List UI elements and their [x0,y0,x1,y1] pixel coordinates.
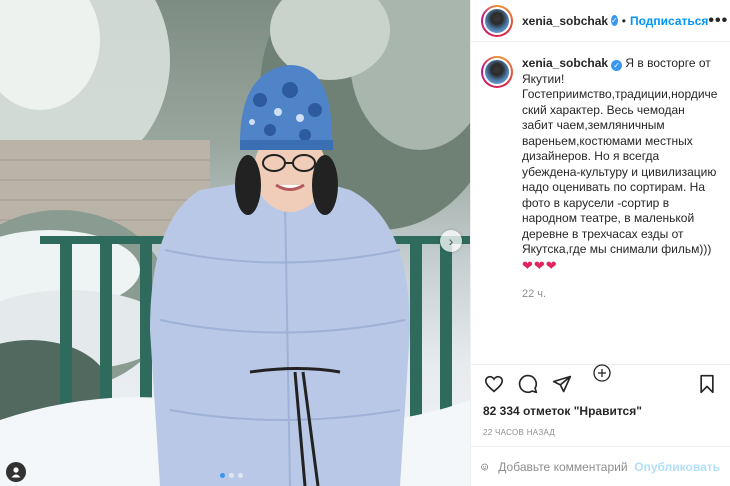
carousel-dot [238,473,243,478]
carousel-dot [229,473,234,478]
photo-scene [0,0,470,486]
comment-button[interactable] [517,373,539,395]
caption-username[interactable]: xenia_sobchak [522,56,608,70]
publish-button[interactable]: Опубликовать [634,460,720,474]
paper-plane-icon [552,375,572,392]
smiley-icon[interactable] [481,456,488,478]
verified-badge-icon: ✓ [611,15,618,26]
bookmark-icon [700,374,714,393]
carousel-dots [220,473,243,478]
carousel-dot [220,473,225,478]
plus-circle-icon[interactable] [593,364,611,382]
user-silhouette-icon [11,467,21,478]
user-tag-icon[interactable] [6,462,26,482]
like-button[interactable] [483,373,505,395]
heart-outline-icon [484,375,504,392]
instagram-post: › xenia_sobchak ✓ • Подписаться ••• xeni… [0,0,730,486]
follow-button[interactable]: Подписаться [630,14,708,28]
caption-hearts: ❤❤❤ [522,257,558,273]
comment-box: Опубликовать [471,446,730,486]
likes-count[interactable]: 82 334 отметок "Нравится" [471,402,730,420]
caption-time: 22 ч. [522,288,547,300]
caption: xenia_sobchak ✓ Я в восторге от Якутии! Г… [522,56,718,364]
chevron-right-icon: › [448,233,454,249]
avatar[interactable] [481,4,513,37]
header-separator: • [621,13,626,28]
caption-area: xenia_sobchak ✓ Я в восторге от Якутии! Г… [471,42,730,382]
comment-bubble-icon [518,374,538,393]
post-panel: xenia_sobchak ✓ • Подписаться ••• xenia_… [470,0,730,486]
post-date[interactable]: 22 ЧАСОВ НАЗАД [471,420,730,446]
more-options-icon[interactable]: ••• [708,12,728,30]
share-button[interactable] [551,373,573,395]
caption-text: Я в восторге от Якутии! Гостеприимство,т… [522,56,720,256]
comment-input[interactable] [498,459,629,474]
save-button[interactable] [696,373,718,395]
caption-avatar[interactable] [481,56,513,88]
post-photo[interactable]: › [0,0,470,486]
verified-badge-icon: ✓ [611,60,623,72]
post-header: xenia_sobchak ✓ • Подписаться ••• [471,0,730,42]
next-slide-button[interactable]: › [440,230,462,252]
header-username[interactable]: xenia_sobchak [522,14,608,28]
